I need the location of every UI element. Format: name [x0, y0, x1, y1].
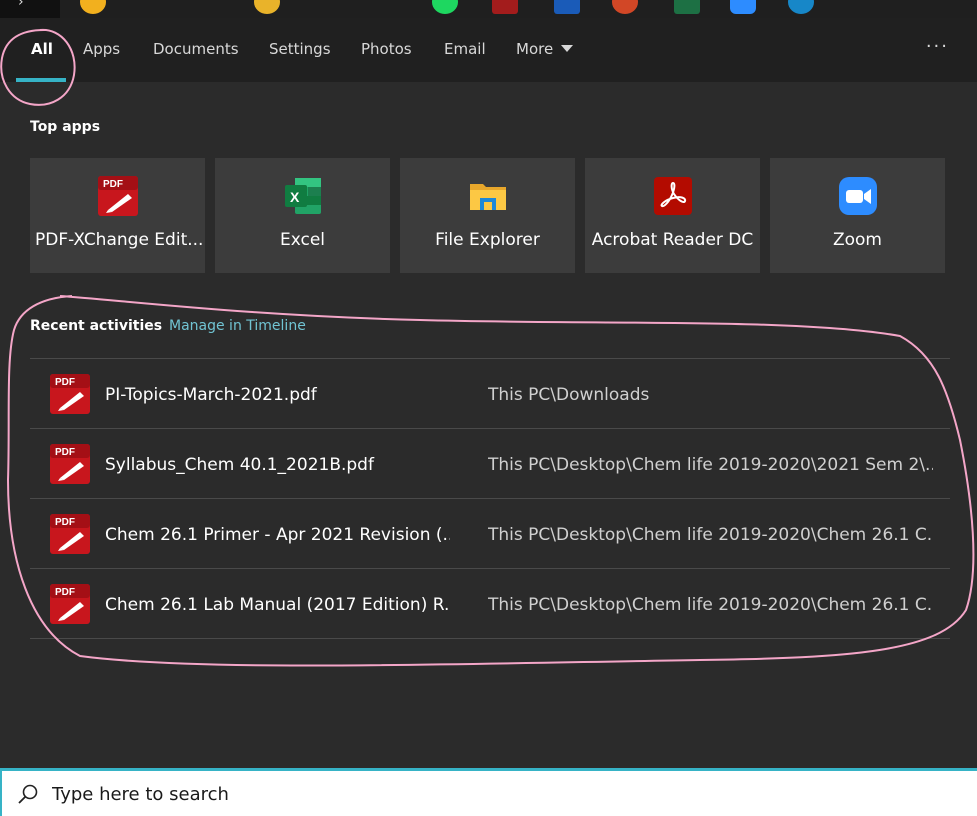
- tab-apps[interactable]: Apps: [83, 40, 120, 58]
- app-tile-label: PDF-XChange Edit...: [35, 230, 204, 250]
- zoom-icon: [838, 177, 877, 215]
- tab-documents[interactable]: Documents: [153, 40, 239, 58]
- svg-text:PDF: PDF: [55, 587, 75, 598]
- excel-taskbar-icon[interactable]: [674, 0, 700, 14]
- search-input[interactable]: [52, 780, 932, 808]
- ellipsis-icon[interactable]: ···: [926, 36, 949, 57]
- pdf-file-icon: PDF: [50, 374, 90, 414]
- pdf-file-icon: PDF: [50, 514, 90, 554]
- search-icon: [18, 784, 38, 804]
- recent-file-path: This PC\Desktop\Chem life 2019-2020\Chem…: [488, 525, 933, 545]
- tab-settings[interactable]: Settings: [269, 40, 331, 58]
- svg-text:PDF: PDF: [55, 377, 75, 388]
- pdf-xchange-icon: PDF: [97, 176, 138, 216]
- pdf-file-icon: PDF: [50, 444, 90, 484]
- app-tile-acrobat-reader[interactable]: Acrobat Reader DC: [585, 158, 760, 273]
- search-scope-tabs: All Apps Documents Settings Photos Email…: [0, 18, 977, 82]
- app-tile-label: Zoom: [832, 230, 882, 250]
- file-explorer-icon: [469, 184, 506, 210]
- app-tile-excel[interactable]: X Excel: [215, 158, 390, 273]
- divider: [30, 638, 950, 639]
- taskbar-app-icon[interactable]: [80, 0, 106, 14]
- taskbar-top: ›: [0, 0, 977, 18]
- app-tile-file-explorer[interactable]: File Explorer: [400, 158, 575, 273]
- svg-text:X: X: [290, 189, 300, 205]
- chevron-icon: ›: [18, 0, 24, 10]
- tab-photos[interactable]: Photos: [361, 40, 412, 58]
- recent-activities-heading: Recent activities: [30, 318, 163, 334]
- svg-text:PDF: PDF: [55, 447, 75, 458]
- active-tab-indicator: [16, 78, 66, 82]
- recent-item[interactable]: PDF Syllabus_Chem 40.1_2021B.pdf This PC…: [30, 429, 950, 499]
- chrome-taskbar-icon[interactable]: [254, 0, 280, 14]
- recent-file-path: This PC\Desktop\Chem life 2019-2020\2021…: [488, 455, 933, 475]
- taskbar-search-box[interactable]: [0, 768, 977, 816]
- acrobat-icon: [653, 177, 692, 215]
- tab-more-label: More: [516, 40, 554, 58]
- pdf-taskbar-icon[interactable]: [492, 0, 518, 14]
- recent-item[interactable]: PDF Chem 26.1 Primer - Apr 2021 Revision…: [30, 499, 950, 569]
- excel-icon: X: [284, 178, 321, 214]
- svg-text:PDF: PDF: [55, 517, 75, 528]
- svg-text:PDF: PDF: [103, 179, 123, 190]
- zoom-taskbar-icon[interactable]: [730, 0, 756, 14]
- powerpoint-taskbar-icon[interactable]: [612, 0, 638, 14]
- app-tile-zoom[interactable]: Zoom: [770, 158, 945, 273]
- pdf-file-icon: PDF: [50, 584, 90, 624]
- app-tile-label: File Explorer: [435, 230, 540, 250]
- caret-down-icon: [561, 45, 574, 52]
- recent-file-name: PI-Topics-March-2021.pdf: [105, 385, 317, 405]
- recent-file-name: Chem 26.1 Primer - Apr 2021 Revision (..…: [105, 525, 450, 545]
- edge-taskbar-icon[interactable]: [788, 0, 814, 14]
- spotify-taskbar-icon[interactable]: [432, 0, 458, 14]
- manage-in-timeline-link[interactable]: Manage in Timeline: [169, 318, 306, 334]
- recent-file-path: This PC\Desktop\Chem life 2019-2020\Chem…: [488, 595, 933, 615]
- tab-email[interactable]: Email: [444, 40, 486, 58]
- app-tile-label: Acrobat Reader DC: [591, 230, 754, 250]
- recent-file-path: This PC\Downloads: [488, 385, 650, 405]
- app-tile-pdf-xchange[interactable]: PDF PDF-XChange Edit...: [30, 158, 205, 273]
- recent-file-name: Syllabus_Chem 40.1_2021B.pdf: [105, 455, 374, 475]
- tab-more[interactable]: More: [516, 40, 574, 58]
- taskbar-start-area[interactable]: ›: [0, 0, 60, 18]
- recent-file-name: Chem 26.1 Lab Manual (2017 Edition) R...: [105, 595, 450, 615]
- recent-item[interactable]: PDF PI-Topics-March-2021.pdf This PC\Dow…: [30, 359, 950, 429]
- top-apps-heading: Top apps: [30, 119, 101, 135]
- app-tile-label: Excel: [279, 230, 326, 250]
- recent-item[interactable]: PDF Chem 26.1 Lab Manual (2017 Edition) …: [30, 569, 950, 639]
- word-taskbar-icon[interactable]: [554, 0, 580, 14]
- tab-all[interactable]: All: [31, 40, 53, 58]
